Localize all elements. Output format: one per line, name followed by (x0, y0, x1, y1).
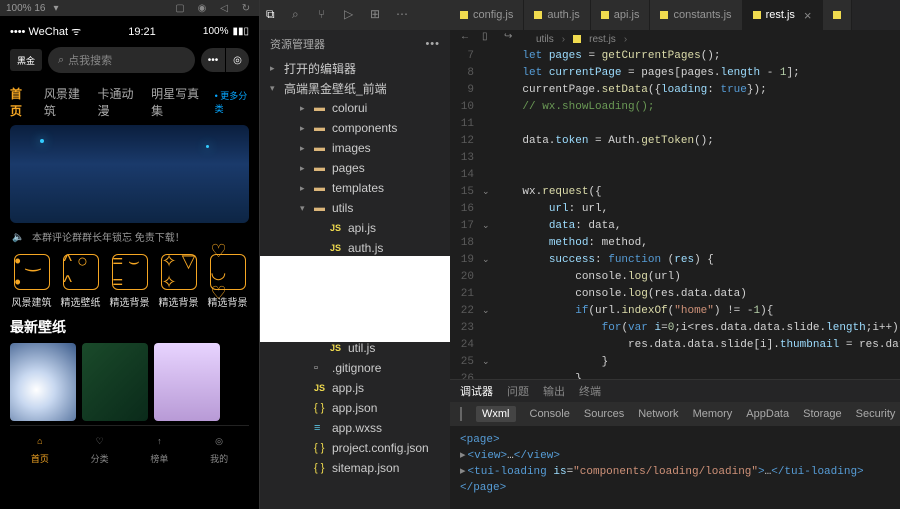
tabbar-item[interactable]: ♡分类 (91, 432, 109, 465)
devtools-tab[interactable]: AppData (746, 408, 789, 420)
editor-tab[interactable]: api.js (591, 0, 651, 30)
breadcrumb-item[interactable]: utils (536, 34, 554, 45)
devtools-tab[interactable]: Memory (693, 408, 733, 420)
simulator-toolbar: 100% 16 ▾ ▢ ◉ ◁ ↻ (0, 0, 259, 16)
popup-overlay (260, 256, 450, 342)
activity-bar: ⧉ ⌕ ⑂ ▷ ⊞ ⋯ (260, 0, 450, 30)
phone-simulator: •••• WeChat ᯤ 19:21 100% ▮▮▯ 黑金 ⌕ 点我搜索 •… (0, 16, 259, 509)
tabbar-item[interactable]: ⌂首页 (31, 432, 49, 465)
status-time: 19:21 (81, 26, 203, 38)
tree-item[interactable]: JSapi.js (260, 218, 450, 238)
wallpaper-thumb[interactable] (154, 343, 220, 421)
category-nav: 首页 风景建筑 卡通动漫 明星写真集 • 更多分类 (10, 79, 249, 125)
marquee-text: 本群评论群群长年锁忘 免责下载！ (32, 229, 185, 244)
app-logo: 黑金 (10, 49, 42, 71)
search-panel-icon[interactable]: ⌕ (292, 7, 308, 23)
devtools-tab[interactable]: Network (638, 408, 678, 420)
device-icon[interactable]: ▢ (173, 1, 187, 15)
zoom-level: 100% 16 (6, 3, 45, 14)
nav-tab-2[interactable]: 卡通动漫 (97, 85, 137, 119)
search-placeholder: 点我搜索 (68, 52, 112, 68)
refresh-icon[interactable]: ↻ (239, 1, 253, 15)
inspect-icon[interactable] (460, 407, 462, 421)
battery-pct: 100% (203, 26, 229, 37)
tree-item[interactable]: ▫.gitignore (260, 358, 450, 378)
breadcrumb-item[interactable]: rest.js (589, 34, 616, 45)
search-input[interactable]: ⌕ 点我搜索 (48, 47, 195, 73)
branch-icon[interactable]: ⑂ (318, 7, 334, 23)
devtools-top-tab[interactable]: 问题 (507, 383, 529, 399)
devtools-tab[interactable]: Console (530, 408, 570, 420)
go-back-icon[interactable]: ← (460, 31, 476, 47)
tree-item[interactable]: ▸▬pages (260, 158, 450, 178)
bookmark-icon[interactable]: ▯ (482, 31, 498, 47)
carrier: WeChat (28, 26, 68, 38)
back-icon[interactable]: ◁ (217, 1, 231, 15)
explorer-more-icon[interactable]: ••• (425, 38, 440, 50)
editor-tab[interactable]: auth.js (524, 0, 590, 30)
fold-icon[interactable]: ⌄ (482, 303, 490, 320)
close-icon[interactable]: × (804, 8, 812, 23)
tree-item[interactable]: JSauth.js (260, 238, 450, 258)
explorer-icon[interactable]: ⧉ (266, 7, 282, 23)
fold-icon[interactable]: ⌄ (482, 218, 490, 235)
tree-item[interactable]: ≡app.wxss (260, 418, 450, 438)
category-item[interactable]: ^ ○ ^精选壁纸 (59, 254, 102, 309)
devtools-tab[interactable]: Security (856, 408, 896, 420)
editor-tab-overflow[interactable] (823, 0, 852, 30)
debug-icon[interactable]: ▷ (344, 7, 360, 23)
fold-icon[interactable]: ⌄ (482, 184, 490, 201)
nav-more[interactable]: • 更多分类 (215, 89, 249, 115)
capsule-menu[interactable]: ••• (201, 48, 225, 72)
wallpaper-thumb[interactable] (82, 343, 148, 421)
tree-section[interactable]: ▸打开的编辑器 (260, 58, 450, 78)
devtools-top-tab[interactable]: 终端 (579, 383, 601, 399)
tabbar-item[interactable]: ◎我的 (210, 432, 228, 465)
category-item[interactable]: ✧ ▽ ✧精选背景 (157, 254, 200, 309)
nav-tab-1[interactable]: 风景建筑 (44, 85, 84, 119)
fold-icon[interactable]: ⌄ (482, 354, 490, 371)
devtools-tab[interactable]: Sources (584, 408, 624, 420)
tree-item[interactable]: ▸▬colorui (260, 98, 450, 118)
devtools-top-tab[interactable]: 输出 (543, 383, 565, 399)
category-item[interactable]: ♡ ◡ ♡精选背景 (206, 254, 249, 309)
capsule-close[interactable]: ◎ (225, 48, 249, 72)
tabbar-item[interactable]: ↑榜单 (150, 432, 168, 465)
devtools-tab[interactable]: Wxml (476, 406, 516, 422)
devtools-tab[interactable]: Storage (803, 408, 842, 420)
record-icon[interactable]: ◉ (195, 1, 209, 15)
tree-item[interactable]: { }app.json (260, 398, 450, 418)
tree-section[interactable]: ▾高端黑金壁纸_前端 (260, 78, 450, 98)
devtools-wxml[interactable]: <page> ▸<view>…</view> ▸<tui-loading is=… (450, 426, 900, 509)
category-item[interactable]: • ‿ •风景建筑 (10, 254, 53, 309)
ext-icon[interactable]: ⊞ (370, 7, 386, 23)
tree-item[interactable]: ▾▬utils (260, 198, 450, 218)
tree-item[interactable]: ▸▬components (260, 118, 450, 138)
speaker-icon: 🔈 (12, 232, 26, 242)
search-icon: ⌕ (58, 54, 64, 67)
editor-tab[interactable]: rest.js× (743, 0, 823, 30)
code-editor[interactable]: let pages = getCurrentPages(); let curre… (496, 48, 900, 379)
tree-item[interactable]: { }sitemap.json (260, 458, 450, 478)
tree-item[interactable]: JSapp.js (260, 378, 450, 398)
fold-icon[interactable]: ⌄ (482, 252, 490, 269)
editor-tab[interactable]: constants.js (650, 0, 742, 30)
devtools-top-tab[interactable]: 调试器 (460, 383, 493, 399)
wallpaper-thumb[interactable] (10, 343, 76, 421)
explorer-title: 资源管理器 (270, 36, 325, 52)
tree-item[interactable]: ▸▬templates (260, 178, 450, 198)
category-item[interactable]: = ⌣ =精选背景 (108, 254, 151, 309)
nav-tab-home[interactable]: 首页 (10, 85, 30, 119)
section-title: 最新壁纸 (10, 317, 249, 337)
editor-tab[interactable]: config.js (450, 0, 524, 30)
tree-item[interactable]: { }project.config.json (260, 438, 450, 458)
more-icon[interactable]: ⋯ (396, 7, 412, 23)
tree-item[interactable]: ▸▬images (260, 138, 450, 158)
hero-banner[interactable] (10, 125, 249, 223)
go-fwd-icon[interactable]: ↪ (504, 31, 520, 47)
nav-tab-3[interactable]: 明星写真集 (151, 85, 201, 119)
